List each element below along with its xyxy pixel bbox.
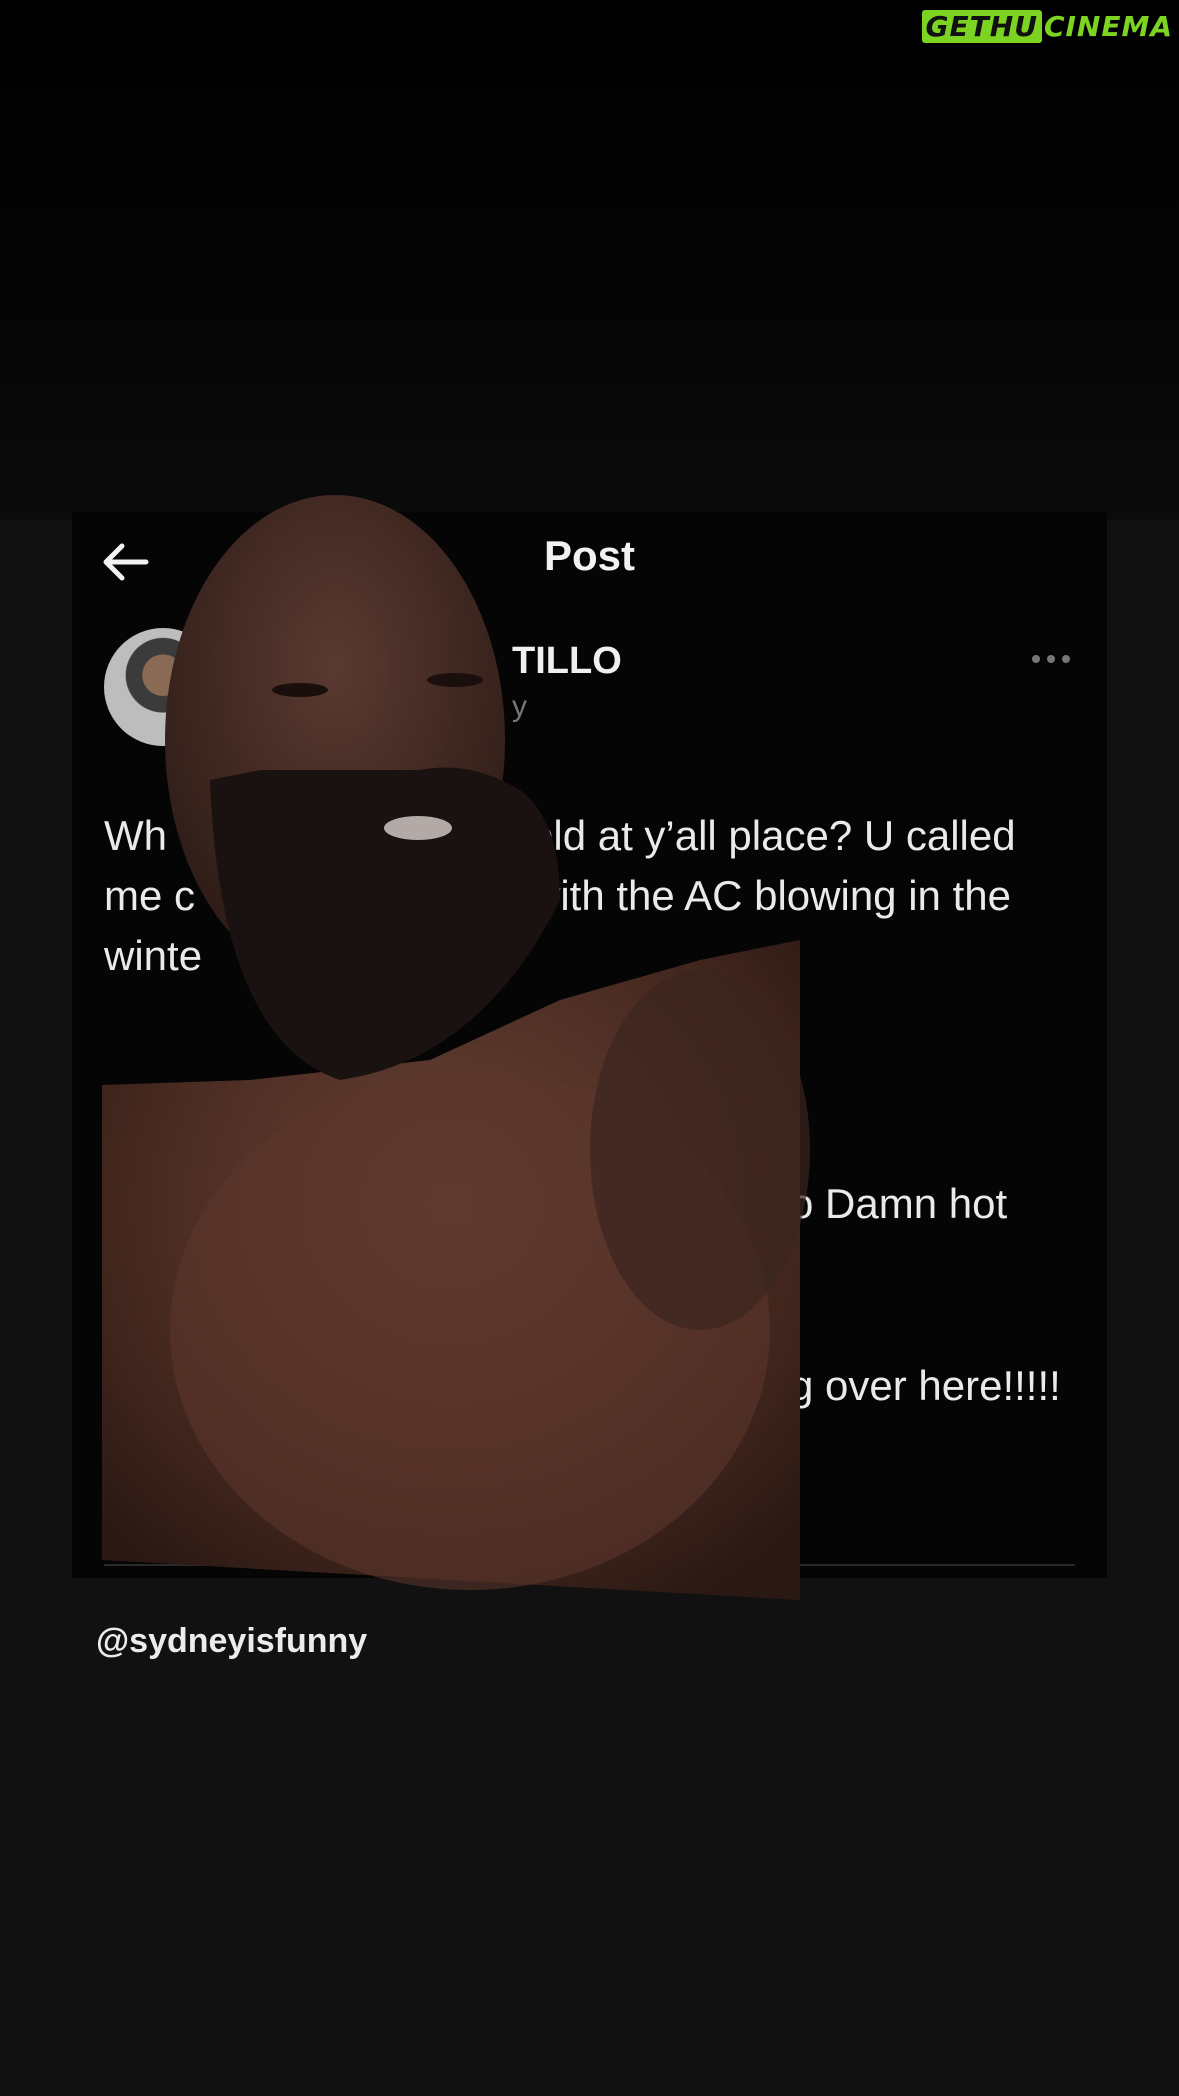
divider	[104, 1564, 1075, 1566]
tweet-text-line2-end: with the AC blowing in the	[530, 872, 1011, 919]
watermark-part2: CINEMA	[1043, 10, 1173, 43]
tweet-text-line3-start: winte	[104, 932, 203, 979]
tweet-text-line5-end: g over here!!!!!	[790, 1362, 1061, 1409]
tweet-text-line4-end: o Damn hot	[790, 1180, 1008, 1227]
channel-watermark: GETHU CINEMA	[921, 10, 1173, 43]
post-header: Post	[72, 512, 1107, 612]
post-screenshot: Post TILLO y Wh old at y’all place? U ca…	[72, 512, 1107, 1578]
tweet-text-line1-end: old at y’all place? U called	[530, 812, 1016, 859]
more-horizontal-icon[interactable]	[1029, 652, 1073, 666]
video-background	[0, 0, 1179, 520]
author-name[interactable]: TILLO	[512, 640, 622, 683]
tweet-text-line2-start: me c	[104, 872, 196, 919]
avatar[interactable]	[104, 628, 222, 746]
creator-handle[interactable]: @sydneyisfunny	[96, 1622, 367, 1661]
page-title: Post	[543, 532, 635, 579]
author-handle: y	[512, 690, 527, 723]
tweet-text-line1-start: Wh	[104, 812, 167, 859]
watermark-part1: GETHU	[921, 10, 1042, 43]
